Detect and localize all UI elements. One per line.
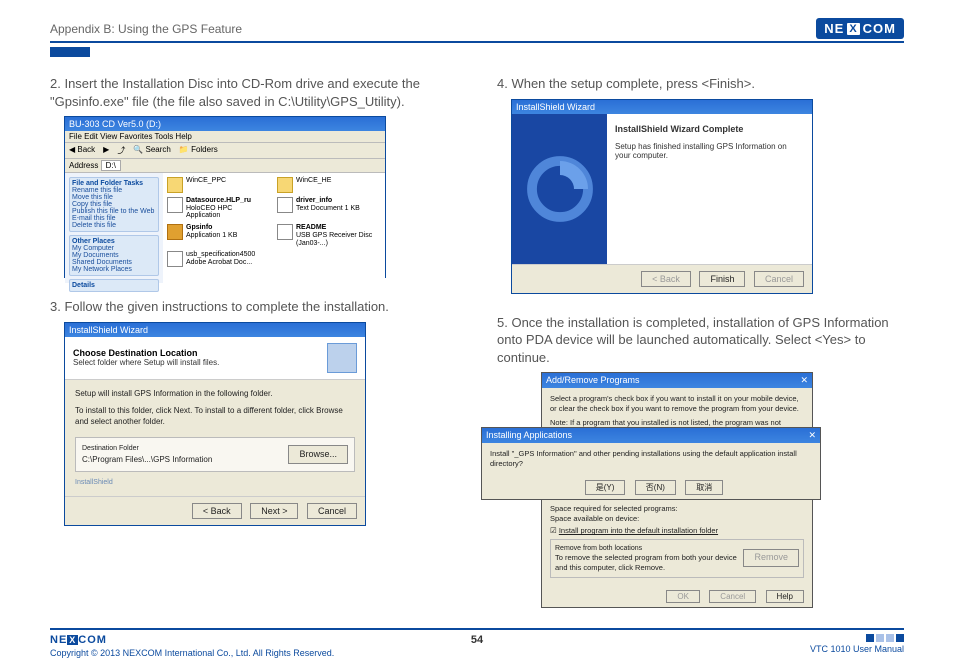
page-footer: NEXCOM Copyright © 2013 NEXCOM Internati… [50,628,904,658]
file-item[interactable]: usb_specification4500 Adobe Acrobat Doc.… [167,251,267,267]
file-item[interactable]: WinCE_PPC [167,177,267,193]
wizard-complete-body: Setup has finished installing GPS Inform… [615,142,804,160]
sidebar-item[interactable]: Copy this file [72,201,156,208]
help-button[interactable]: Help [766,590,804,603]
file-icon [277,224,293,240]
sidebar-group-details: Details [72,282,156,289]
dialog-text: Install "_GPS Information" and other pen… [482,443,820,475]
remove-button: Remove [743,549,799,567]
finish-button[interactable]: Finish [699,271,745,287]
screenshot-explorer: BU-303 CD Ver5.0 (D:) File Edit View Fav… [64,116,386,278]
folder-icon [277,177,293,193]
space-available-label: Space available on device: [550,514,804,524]
footer-page-number: 54 [471,634,483,646]
toolbar-fwd[interactable]: ▶ [103,145,109,156]
sidebar-group-tasks: File and Folder Tasks [72,180,156,187]
wizard-heading: Choose Destination Location [73,348,219,358]
cancel-button[interactable]: Cancel [307,503,357,519]
sidebar-item[interactable]: Shared Documents [72,259,156,266]
footer-copyright: Copyright © 2013 NEXCOM International Co… [50,648,334,658]
sidebar-item[interactable]: My Network Places [72,266,156,273]
sidebar-item[interactable]: Publish this file to the Web [72,208,156,215]
dialog-title: Add/Remove Programs [546,375,640,386]
space-required-label: Space required for selected programs: [550,504,804,514]
file-gpsinfo[interactable]: GpsinfoApplication 1 KB [167,224,267,247]
explorer-toolbar[interactable]: ◀ Back ▶ ⤴ 🔍 Search 📁 Folders [65,143,385,159]
wizard-titlebar: InstallShield Wizard [512,100,812,114]
accent-bar [50,47,90,57]
footer-decoration [810,634,904,642]
explorer-sidebar: File and Folder Tasks Rename this file M… [65,173,163,283]
close-icon[interactable]: ✕ [800,375,808,386]
browse-button[interactable]: Browse... [288,445,348,464]
wizard-body-text: To install to this folder, click Next. T… [75,405,355,427]
sidebar-item[interactable]: My Computer [72,245,156,252]
remove-group-text: To remove the selected program from both… [555,553,737,573]
page-header-title: Appendix B: Using the GPS Feature [50,22,242,36]
wizard-header-icon [327,343,357,373]
dest-folder-path: C:\Program Files\...\GPS Information [82,454,212,465]
installshield-label: InstallShield [75,478,355,488]
toolbar-search[interactable]: 🔍 Search [133,145,171,156]
brand-logo: NEXCOM [816,18,904,39]
step-3-text: 3. Follow the given instructions to comp… [50,298,457,316]
sidebar-item[interactable]: E-mail this file [72,215,156,222]
file-item[interactable]: Datasource.HLP_ruHoloCEO HPC Application [167,197,267,220]
sidebar-group-places: Other Places [72,238,156,245]
cancel-button: Cancel [709,590,756,603]
file-icon [277,197,293,213]
no-button[interactable]: 否(N) [635,480,676,495]
back-button[interactable]: < Back [192,503,242,519]
file-icon [167,197,183,213]
dialog-text: Select a program's check box if you want… [550,394,804,414]
file-item[interactable]: READMEUSB GPS Receiver Disc (Jan03-...) [277,224,377,247]
wizard-subheading: Select folder where Setup will install f… [73,358,219,367]
explorer-titlebar: BU-303 CD Ver5.0 (D:) [65,117,385,131]
toolbar-back[interactable]: ◀ Back [69,145,95,156]
sidebar-item[interactable]: Rename this file [72,187,156,194]
footer-manual-title: VTC 1010 User Manual [810,644,904,654]
sidebar-item[interactable]: Move this file [72,194,156,201]
screenshot-wizard-destination: InstallShield Wizard Choose Destination … [64,322,366,526]
screenshot-add-remove: Add/Remove Programs ✕ Select a program's … [511,372,811,607]
sidebar-item[interactable]: My Documents [72,252,156,259]
dialog-title: Installing Applications [486,430,572,441]
ok-button: OK [666,590,700,603]
cancel-button: Cancel [754,271,804,287]
yes-button[interactable]: 是(Y) [585,480,626,495]
explorer-menubar[interactable]: File Edit View Favorites Tools Help [65,131,385,143]
back-button: < Back [641,271,691,287]
next-button[interactable]: Next > [250,503,298,519]
wizard-body-text: Setup will install GPS Information in th… [75,388,355,399]
remove-group-label: Remove from both locations [555,544,737,553]
file-item[interactable]: driver_infoText Document 1 KB [277,197,377,220]
sidebar-item[interactable]: Delete this file [72,222,156,229]
close-icon[interactable]: ✕ [808,430,816,441]
explorer-address-bar[interactable]: Address D:\ [65,159,385,173]
wizard-side-graphic [512,114,607,264]
wizard-complete-heading: InstallShield Wizard Complete [615,124,804,134]
footer-logo: NEXCOM [50,634,334,646]
step-5-text: 5. Once the installation is completed, i… [497,314,904,367]
pdf-icon [167,251,183,267]
checkbox-default-folder[interactable]: ☑ [550,526,557,535]
exe-icon [167,224,183,240]
folder-icon [167,177,183,193]
step-2-text: 2. Insert the Installation Disc into CD-… [50,75,457,110]
file-item[interactable]: WinCE_HE [277,177,377,193]
toolbar-up[interactable]: ⤴ [117,145,125,156]
step-4-text: 4. When the setup complete, press <Finis… [497,75,904,93]
dest-folder-label: Destination Folder [82,444,212,454]
cancel-button[interactable]: 取消 [685,480,723,495]
wizard-titlebar: InstallShield Wizard [65,323,365,337]
explorer-file-pane: WinCE_PPC WinCE_HE Datasource.HLP_ruHolo… [163,173,385,283]
toolbar-folders[interactable]: 📁 Folders [179,145,218,156]
screenshot-wizard-finish: InstallShield Wizard InstallShield Wizar… [511,99,813,294]
